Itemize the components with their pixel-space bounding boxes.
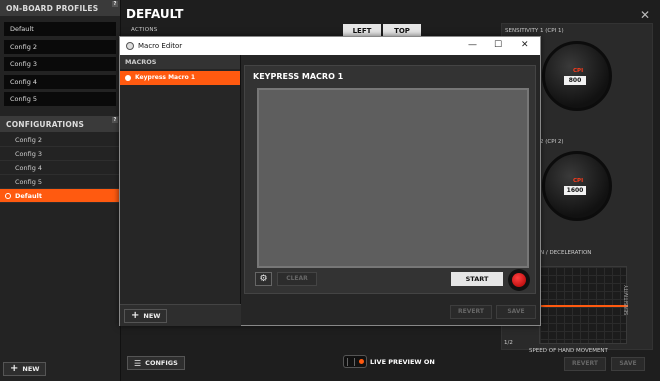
config-list: Config 2 Config 3 Config 4 Config 5 Defa… (0, 132, 120, 203)
new-config-button[interactable]: + NEW (3, 362, 47, 376)
macro-editor-pane: KEYPRESS MACRO 1 ⚙ CLEAR START (244, 65, 536, 294)
live-preview-toggle[interactable] (343, 355, 367, 368)
macros-footer: + NEW (120, 304, 241, 326)
profile-item[interactable]: Config 3 (4, 57, 116, 71)
macros-pane: MACROS Keypress Macro 1 + NEW (120, 55, 241, 326)
macro-editor-window: Macro Editor — ☐ ✕ MACROS Keypress Macro… (119, 36, 541, 326)
maximize-icon[interactable]: ☐ (494, 40, 502, 50)
acceleration-label: N / DECELERATION (540, 250, 592, 256)
save-button[interactable]: SAVE (611, 357, 645, 371)
configurations-title: CONFIGURATIONS (6, 120, 85, 129)
grip-icon (347, 358, 355, 366)
config-label: Default (15, 192, 42, 200)
profile-item[interactable]: Config 2 (4, 39, 116, 54)
window-titlebar[interactable]: Macro Editor — ☐ ✕ (120, 37, 540, 55)
toggle-indicator (359, 359, 364, 364)
editor-revert-button[interactable]: REVERT (450, 305, 492, 319)
editor-footer: REVERT SAVE (242, 299, 540, 325)
sensitivity1-label: SENSITIVITY 1 (CPI 1) (505, 28, 564, 34)
cpi-label: CPI (573, 68, 584, 74)
config-item[interactable]: Config 4 (0, 161, 120, 175)
help-icon[interactable]: ? (112, 117, 118, 123)
profile-item[interactable]: Config 5 (4, 92, 116, 106)
help-icon[interactable]: ? (112, 1, 118, 7)
acceleration-graph[interactable] (539, 266, 628, 344)
new-macro-label: NEW (143, 312, 161, 320)
profile-item[interactable]: Default (4, 22, 116, 36)
gear-icon[interactable]: ⚙ (255, 272, 272, 286)
profiles-title: ON-BOARD PROFILES (6, 4, 99, 13)
config-item[interactable]: Config 5 (0, 175, 120, 189)
live-preview-label: LIVE PREVIEW ON (370, 358, 435, 366)
app-icon (126, 42, 134, 50)
window-title: Macro Editor (138, 42, 183, 50)
radio-icon (5, 193, 11, 199)
sidebar: ON-BOARD PROFILES ? Default Config 2 Con… (0, 0, 121, 381)
close-icon[interactable]: ✕ (521, 40, 529, 50)
cpi2-value[interactable]: 1600 (564, 186, 586, 195)
close-icon[interactable]: ✕ (640, 8, 650, 22)
cpi2-dial[interactable]: CPI 1600 (542, 151, 612, 221)
graph-corner-label: 1/2 (504, 340, 513, 346)
config-item[interactable]: Config 2 (0, 133, 120, 147)
radio-icon (125, 75, 131, 81)
new-label: NEW (22, 365, 40, 373)
page-title: DEFAULT (126, 7, 184, 21)
config-item[interactable]: Config 3 (0, 147, 120, 161)
actions-label: ACTIONS (131, 27, 158, 33)
minimize-icon[interactable]: — (468, 40, 477, 50)
configs-label: CONFIGS (145, 359, 178, 367)
cpi-label: CPI (573, 178, 584, 184)
cpi1-value[interactable]: 800 (564, 76, 586, 85)
configs-button[interactable]: ☰ CONFIGS (127, 356, 185, 370)
plus-icon: + (131, 310, 140, 321)
record-icon[interactable] (508, 269, 530, 291)
new-macro-button[interactable]: + NEW (124, 309, 168, 323)
cpi1-dial[interactable]: CPI 800 (542, 41, 612, 111)
profiles-header: ON-BOARD PROFILES ? (0, 0, 120, 16)
recording-area[interactable] (257, 88, 529, 268)
accel-curve[interactable] (540, 305, 628, 307)
list-icon: ☰ (134, 358, 142, 368)
config-item-active[interactable]: Default (0, 189, 120, 203)
sensitivity2-label: 2 (CPI 2) (540, 139, 564, 145)
macros-header: MACROS (120, 55, 240, 69)
plus-icon: + (10, 363, 19, 374)
macro-list-item[interactable]: Keypress Macro 1 (120, 71, 240, 85)
speed-label: SPEED OF HAND MOVEMENT (529, 348, 608, 354)
macro-label: Keypress Macro 1 (135, 74, 195, 81)
editor-save-button[interactable]: SAVE (496, 305, 536, 319)
sensitivity-axis-label: SENSITIVITY (624, 285, 630, 316)
revert-button[interactable]: REVERT (564, 357, 606, 371)
profile-list: Default Config 2 Config 3 Config 4 Confi… (0, 16, 120, 116)
start-button[interactable]: START (451, 272, 503, 286)
clear-button[interactable]: CLEAR (277, 272, 317, 286)
configurations-header: CONFIGURATIONS ? (0, 116, 120, 132)
macro-title: KEYPRESS MACRO 1 (253, 72, 344, 81)
profile-item[interactable]: Config 4 (4, 74, 116, 89)
